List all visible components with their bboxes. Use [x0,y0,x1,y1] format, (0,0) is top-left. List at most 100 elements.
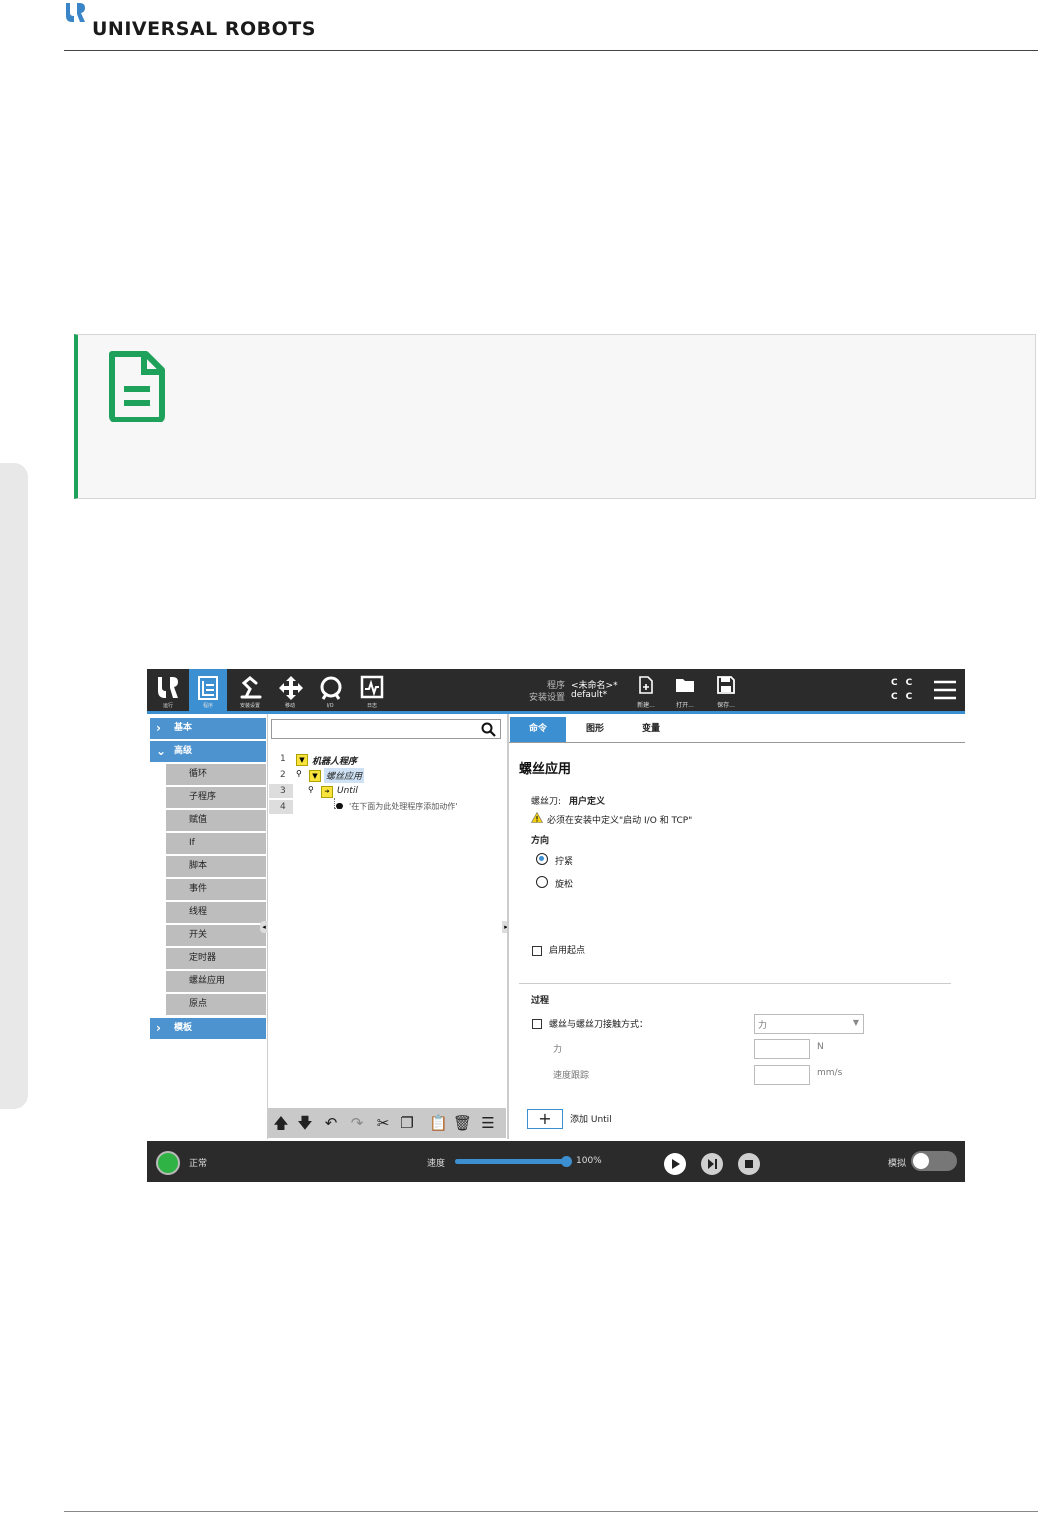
tab-command[interactable]: 命令 [510,717,566,742]
redo-icon[interactable]: ↷ [348,1114,366,1132]
nav-move-button[interactable]: 移动 [271,669,309,711]
program-node-panel: › 基本 ⌄ 高级 循环 子程序 赋值 If 脚本 事件 线程 开关 定时器 螺丝应… [147,714,268,1139]
delete-icon[interactable]: 🗑 [453,1114,472,1132]
top-bar: 运行 程序 安装设置 移动 I/O 日志 程序 <未命名>* 安装设置 defa… [147,669,965,711]
category-label: 模板 [174,1023,193,1033]
nav-label: 日志 [366,703,377,709]
play-button[interactable] [664,1153,686,1175]
speed-value: 100% [576,1156,602,1166]
category-advanced[interactable]: ⌄ 高级 [150,741,266,762]
contact-checkbox[interactable] [532,1019,542,1029]
pin-icon: ⚲ [308,785,314,794]
nav-installation-button[interactable]: 安装设置 [231,669,269,711]
tree-node-until[interactable]: Until [337,786,358,796]
nav-run-button[interactable]: 运行 [149,669,187,711]
file-label: 保存... [717,702,735,709]
cc-indicator-bottom: CC [891,692,920,702]
tree-node-comment[interactable]: '在下面为此处理程序添加动作' [349,801,457,812]
copy-icon[interactable]: ❐ [398,1114,416,1132]
stop-button[interactable] [738,1153,760,1175]
section-divider [519,983,951,984]
search-icon[interactable] [481,722,496,737]
tree-node-root[interactable]: 机器人程序 [312,754,357,767]
collapse-left-handle[interactable]: ◂ [260,921,268,933]
line-number: 4 [280,802,286,812]
node-label: If [189,838,195,848]
robot-status-light[interactable] [156,1151,180,1175]
tree-search-input[interactable] [271,719,501,739]
tab-divider [509,742,965,743]
node-script[interactable]: 脚本 [166,856,266,878]
node-switch[interactable]: 开关 [166,925,266,947]
category-basic[interactable]: › 基本 [150,718,266,739]
nav-label: 程序 [202,703,213,709]
start-point-checkbox[interactable] [532,946,542,956]
expand-triangle-icon[interactable]: ▼ [296,754,308,766]
save-icon [717,676,735,694]
speed-slider-label: 速度 [427,1159,446,1169]
node-settings-panel: 命令 图形 变量 螺丝应用 螺丝刀: 用户定义 必须在安装中定义"启动 I/O … [507,714,965,1139]
speed-slider-knob[interactable] [561,1156,572,1167]
nav-io-button[interactable]: I/O [311,669,349,711]
installation-name: default* [571,690,608,700]
force-label: 力 [553,1045,563,1055]
node-timer[interactable]: 定时器 [166,948,266,970]
node-assignment[interactable]: 赋值 [166,810,266,832]
nav-program-button[interactable]: 程序 [189,669,227,711]
node-home[interactable]: 原点 [166,994,266,1016]
add-until-button[interactable]: + [527,1109,563,1129]
node-event[interactable]: 事件 [166,879,266,901]
cut-icon[interactable]: ✂ [374,1114,392,1132]
nav-label: 运行 [162,703,173,709]
nav-label: 安装设置 [239,703,260,709]
contact-select[interactable]: 力 ▼ [754,1014,864,1034]
pin-icon: ⚲ [296,769,302,778]
contact-select-value: 力 [758,1021,768,1031]
node-loop[interactable]: 循环 [166,764,266,786]
move-up-icon[interactable]: 🡅 [272,1114,290,1132]
side-tab [0,463,28,1109]
chevron-right-icon: › [156,721,161,735]
undo-icon[interactable]: ↶ [322,1114,340,1132]
node-label: 线程 [189,907,208,917]
nav-log-button[interactable]: 日志 [353,669,391,711]
tab-variables[interactable]: 变量 [623,717,679,742]
save-file-button[interactable]: 保存... [709,669,743,711]
radio-loosen[interactable] [536,876,548,888]
polyscope-screenshot: 运行 程序 安装设置 移动 I/O 日志 程序 <未命名>* 安装设置 defa… [147,669,965,1182]
simulation-toggle[interactable] [911,1151,957,1171]
warning-text: 必须在安装中定义"启动 I/O 和 TCP" [547,816,693,826]
paste-icon[interactable]: 📋 [429,1114,448,1132]
node-subprogram[interactable]: 子程序 [166,787,266,809]
node-label: 赋值 [189,815,208,825]
cc-icon: C [891,678,906,688]
force-input[interactable] [754,1039,810,1059]
speed-slider[interactable] [455,1156,572,1167]
speed-tracking-input[interactable] [754,1065,810,1085]
note-box [74,334,1036,499]
tree-node-screwdriving[interactable]: 螺丝应用 [324,768,365,783]
open-file-button[interactable]: 打开... [668,669,702,711]
node-thread[interactable]: 线程 [166,902,266,924]
robot-arm-icon [240,676,262,699]
move-down-icon[interactable]: 🡇 [296,1114,314,1132]
category-templates[interactable]: › 模板 [150,1018,266,1039]
node-screwdriving[interactable]: 螺丝应用 [166,971,266,993]
node-if[interactable]: If [166,833,266,855]
file-label: 打开... [676,702,694,709]
io-icon [320,676,342,700]
radio-tighten[interactable] [536,853,548,865]
new-file-button[interactable]: 新建... [629,669,663,711]
node-label: 开关 [189,930,208,940]
process-label: 过程 [531,996,550,1006]
expand-triangle-icon[interactable]: ▼ [309,770,321,782]
tree-toolbar: 🡅 🡇 ↶ ↷ ✂ ❐ 📋 🗑 ☰ [268,1108,506,1138]
line-number: 1 [280,754,286,764]
step-button[interactable] [701,1153,723,1175]
tab-graphics[interactable]: 图形 [567,717,623,742]
suppress-icon[interactable]: ☰ [479,1114,497,1132]
header-divider [64,50,1038,51]
hamburger-menu-icon[interactable] [933,680,957,700]
speed-tracking-unit: mm/s [817,1068,843,1078]
add-until-label: 添加 Until [570,1115,612,1125]
